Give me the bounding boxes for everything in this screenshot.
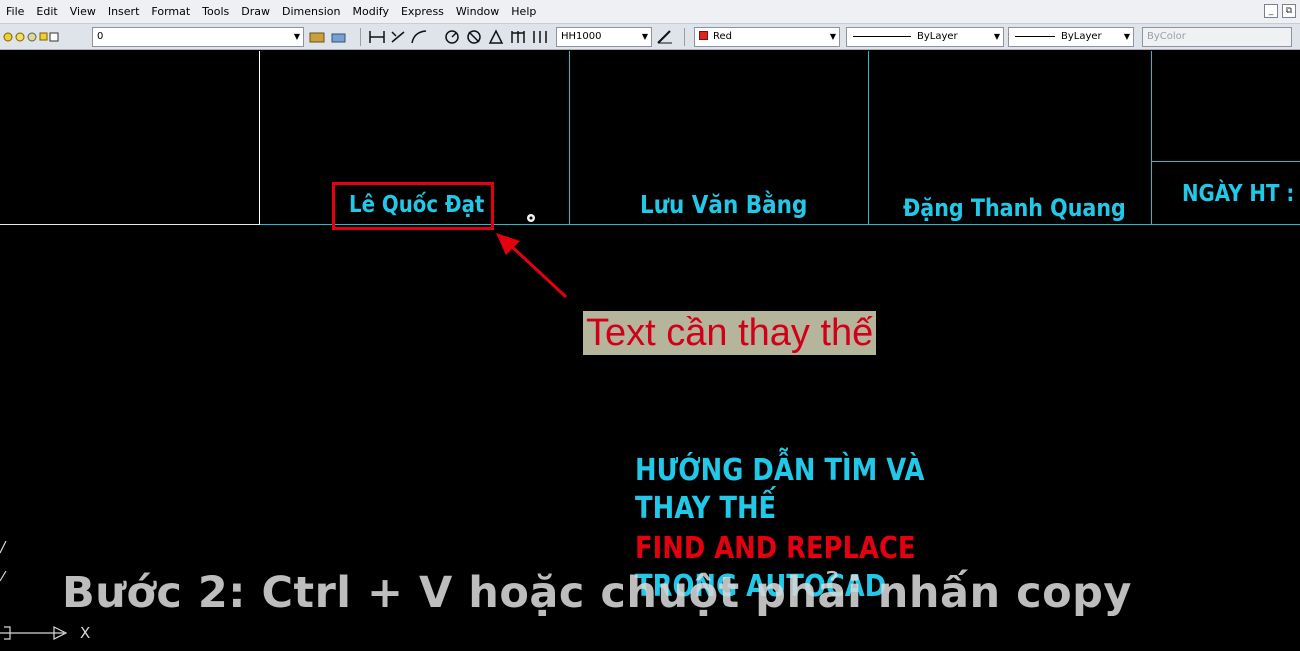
- dimension-update-icon[interactable]: [656, 28, 674, 46]
- chevron-down-icon: ▼: [293, 32, 300, 41]
- color-dropdown[interactable]: Red ▼: [694, 27, 840, 47]
- menu-help[interactable]: Help: [505, 0, 542, 24]
- lineweight-preview: [1015, 35, 1055, 37]
- properties-toolbar: 0 ▼ HH1000 ▼ Red ▼ ByLayer ▼ ByLayer ▼ B…: [0, 24, 1300, 50]
- name-text-3[interactable]: Đặng Thanh Quang: [903, 194, 1126, 222]
- lineweight-dropdown[interactable]: ByLayer ▼: [1008, 27, 1134, 47]
- plotstyle-value: ByColor: [1147, 31, 1186, 42]
- chevron-down-icon: ▼: [829, 32, 836, 41]
- menu-tools[interactable]: Tools: [196, 0, 235, 24]
- minimize-button[interactable]: _: [1264, 4, 1278, 18]
- layer-previous-icon[interactable]: [330, 28, 348, 46]
- menu-view[interactable]: View: [64, 0, 102, 24]
- menu-bar: File Edit View Insert Format Tools Draw …: [0, 0, 1300, 24]
- lineweight-value: ByLayer: [1061, 31, 1102, 42]
- toolbar-separator: [684, 28, 685, 46]
- title-block-line: [1151, 51, 1152, 225]
- highlight-box: [332, 182, 494, 230]
- menu-format[interactable]: Format: [145, 0, 196, 24]
- title-line-3[interactable]: FIND AND REPLACE: [635, 531, 916, 566]
- linetype-dropdown[interactable]: ByLayer ▼: [846, 27, 1004, 47]
- linetype-value: ByLayer: [917, 31, 958, 42]
- color-value: Red: [713, 31, 732, 42]
- dimstyle-dropdown[interactable]: HH1000 ▼: [556, 27, 652, 47]
- menu-draw[interactable]: Draw: [235, 0, 276, 24]
- toolbar-separator: [360, 28, 361, 46]
- restore-button[interactable]: ⧉: [1282, 4, 1296, 18]
- title-line-2[interactable]: THAY THẾ: [635, 491, 776, 526]
- menu-edit[interactable]: Edit: [30, 0, 63, 24]
- plotstyle-dropdown[interactable]: ByColor: [1142, 27, 1292, 47]
- ucs-x-label: X: [80, 624, 91, 642]
- menu-dimension[interactable]: Dimension: [276, 0, 346, 24]
- color-swatch: [699, 30, 708, 40]
- step-caption: Bước 2: Ctrl + V hoặc chuột phải nhấn co…: [62, 568, 1132, 618]
- drawing-canvas[interactable]: Lê Quốc Đạt Lưu Văn Bằng Đặng Thanh Quan…: [0, 51, 1300, 651]
- menu-insert[interactable]: Insert: [102, 0, 146, 24]
- title-block-line: [868, 51, 869, 225]
- annotation-label: Text cần thay thế: [583, 311, 877, 355]
- date-label[interactable]: NGÀY HT :: [1182, 181, 1294, 207]
- menu-window[interactable]: Window: [450, 0, 505, 24]
- cursor-icon: [527, 214, 535, 222]
- make-layer-current-icon[interactable]: [308, 28, 326, 46]
- menu-express[interactable]: Express: [395, 0, 450, 24]
- pointer-arrow-icon: [496, 233, 568, 299]
- title-block-line: [569, 51, 570, 225]
- chevron-down-icon: ▼: [1123, 32, 1130, 41]
- chevron-down-icon: ▼: [993, 32, 1000, 41]
- title-block-line: [259, 51, 260, 225]
- name-text-2[interactable]: Lưu Văn Bằng: [640, 190, 807, 219]
- layer-value: 0: [97, 31, 104, 42]
- dimension-tools-icons[interactable]: [368, 28, 548, 46]
- title-block-line: [1151, 161, 1300, 162]
- title-line-1[interactable]: HƯỚNG DẪN TÌM VÀ: [635, 453, 924, 488]
- layer-state-icons[interactable]: [2, 28, 94, 46]
- dimstyle-value: HH1000: [561, 31, 602, 42]
- menu-modify[interactable]: Modify: [347, 0, 395, 24]
- chevron-down-icon: ▼: [641, 32, 648, 41]
- title-block-line: [0, 224, 260, 225]
- layer-dropdown[interactable]: 0 ▼: [92, 27, 304, 47]
- menu-file[interactable]: File: [0, 0, 30, 24]
- linetype-preview: [853, 35, 911, 37]
